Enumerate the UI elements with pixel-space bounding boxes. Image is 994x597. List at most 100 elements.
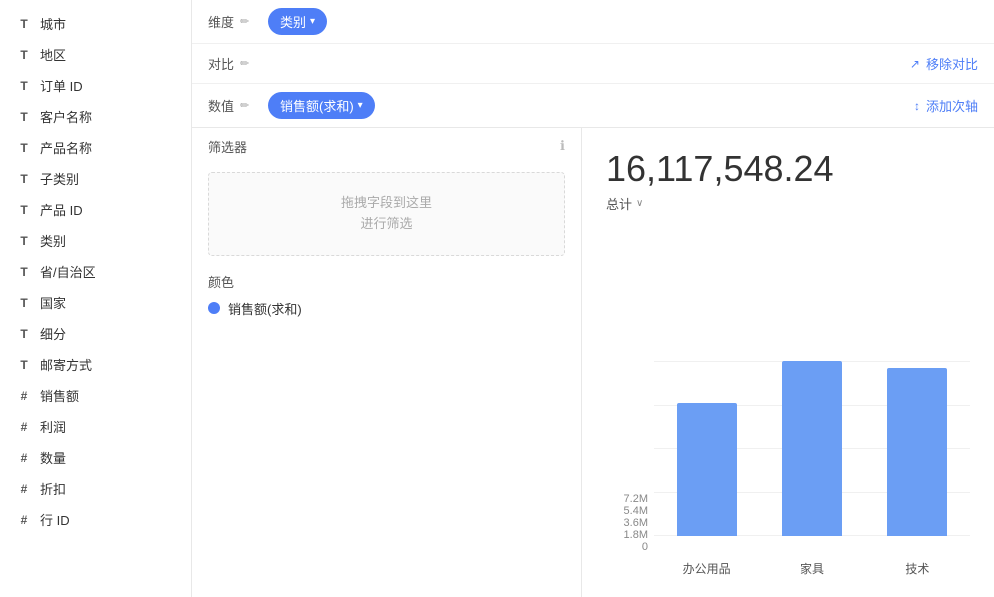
hash-type-icon: #: [16, 450, 32, 466]
sidebar-item[interactable]: T 省/自治区: [0, 256, 191, 287]
x-labels: 办公用品家具技术: [654, 560, 970, 577]
bar[interactable]: [887, 368, 947, 536]
filter-drop-zone[interactable]: 拖拽字段到这里 进行筛选: [208, 172, 565, 256]
text-type-icon: T: [16, 233, 32, 249]
sidebar-item-label: 子类别: [40, 169, 79, 188]
sidebar-item-label: 国家: [40, 293, 66, 312]
bar[interactable]: [782, 361, 842, 536]
control-panel: 维度 ✏ 类别 ▾ 对比 ✏ ↗ 移除对比: [192, 0, 994, 128]
text-type-icon: T: [16, 326, 32, 342]
chart-inner: 7.2M5.4M3.6M1.8M0 办公用品家具技术: [606, 229, 970, 577]
sidebar-item-label: 邮寄方式: [40, 355, 92, 374]
x-axis-label: 办公用品: [654, 560, 759, 577]
bar-group[interactable]: [759, 361, 864, 536]
sidebar-item[interactable]: # 折扣: [0, 473, 191, 504]
text-type-icon: T: [16, 171, 32, 187]
sidebar-item-label: 数量: [40, 448, 66, 467]
filter-label: 筛选器: [208, 137, 560, 156]
chart-container: 7.2M5.4M3.6M1.8M0 办公用品家具技术: [606, 229, 970, 577]
text-type-icon: T: [16, 357, 32, 373]
main-area: 维度 ✏ 类别 ▾ 对比 ✏ ↗ 移除对比: [192, 0, 994, 597]
color-section-title: 颜色: [208, 272, 565, 291]
y-axis: 7.2M5.4M3.6M1.8M0: [606, 493, 654, 577]
left-panel: 筛选器 ℹ 拖拽字段到这里 进行筛选 颜色 销售额(求和): [192, 128, 582, 597]
y-axis-label: 1.8M: [606, 529, 654, 541]
value-label-text: 数值: [208, 96, 234, 115]
sidebar-item[interactable]: T 类别: [0, 225, 191, 256]
text-type-icon: T: [16, 140, 32, 156]
dimension-row: 维度 ✏ 类别 ▾: [192, 0, 994, 44]
grid-and-bars: [654, 361, 970, 560]
y-axis-label: 3.6M: [606, 517, 654, 529]
dimension-content: 类别 ▾: [268, 8, 978, 35]
hash-type-icon: #: [16, 388, 32, 404]
sidebar-item[interactable]: T 国家: [0, 287, 191, 318]
dimension-edit-icon[interactable]: ✏: [240, 15, 249, 28]
chart-subtitle-text: 总计: [606, 194, 632, 213]
dimension-pill[interactable]: 类别 ▾: [268, 8, 327, 35]
text-type-icon: T: [16, 47, 32, 63]
filter-info-icon: ℹ: [560, 138, 565, 154]
sidebar-item-label: 利润: [40, 417, 66, 436]
add-axis-btn[interactable]: ↕ 添加次轴: [914, 96, 978, 115]
compare-row: 对比 ✏ ↗ 移除对比: [192, 44, 994, 84]
sidebar-item[interactable]: T 产品 ID: [0, 194, 191, 225]
chart-subtitle-chevron: ∨: [636, 198, 643, 209]
sidebar: T城市T地区T订单 IDT客户名称T产品名称T子类别T产品 IDT类别T省/自治…: [0, 0, 192, 597]
sidebar-item-label: 城市: [40, 14, 66, 33]
sidebar-item-label: 折扣: [40, 479, 66, 498]
bar-group[interactable]: [654, 403, 759, 536]
drop-zone-line1: 拖拽字段到这里: [341, 193, 432, 214]
value-pill[interactable]: 销售额(求和) ▾: [268, 92, 375, 119]
text-type-icon: T: [16, 264, 32, 280]
sidebar-item[interactable]: # 数量: [0, 442, 191, 473]
sidebar-item-label: 客户名称: [40, 107, 92, 126]
value-row: 数值 ✏ 销售额(求和) ▾ ↕ 添加次轴: [192, 84, 994, 127]
sidebar-item-label: 类别: [40, 231, 66, 250]
sidebar-item[interactable]: T订单 ID: [0, 70, 191, 101]
sidebar-item-label: 细分: [40, 324, 66, 343]
text-type-icon: T: [16, 202, 32, 218]
bar[interactable]: [677, 403, 737, 536]
drop-zone-text: 拖拽字段到这里 进行筛选: [341, 193, 432, 235]
bar-group[interactable]: [865, 368, 970, 536]
sidebar-item[interactable]: #行 ID: [0, 504, 191, 535]
text-type-icon: T: [16, 109, 32, 125]
sidebar-item[interactable]: T 城市: [0, 8, 191, 39]
bars-area: 办公用品家具技术: [654, 361, 970, 577]
dimension-label-text: 维度: [208, 12, 234, 31]
text-type-icon: T: [16, 295, 32, 311]
sidebar-item[interactable]: T产品名称: [0, 132, 191, 163]
value-label: 数值 ✏: [208, 96, 268, 115]
value-pill-label: 销售额(求和): [280, 96, 354, 115]
compare-label-text: 对比: [208, 54, 234, 73]
color-item: 销售额(求和): [208, 299, 565, 318]
chart-subtitle[interactable]: 总计 ∨: [606, 194, 970, 213]
sidebar-item-label: 行 ID: [40, 510, 70, 529]
y-axis-label: 5.4M: [606, 505, 654, 517]
sidebar-item-label: 省/自治区: [40, 262, 96, 281]
text-type-icon: T: [16, 16, 32, 32]
content-area: 筛选器 ℹ 拖拽字段到这里 进行筛选 颜色 销售额(求和) 16,: [192, 128, 994, 597]
value-edit-icon[interactable]: ✏: [240, 99, 249, 112]
drop-zone-line2: 进行筛选: [341, 214, 432, 235]
dimension-label: 维度 ✏: [208, 12, 268, 31]
hash-type-icon: #: [16, 481, 32, 497]
y-axis-label: 7.2M: [606, 493, 654, 505]
chart-total: 16,117,548.24: [606, 148, 970, 190]
filter-row: 筛选器 ℹ: [192, 128, 581, 164]
value-pill-chevron: ▾: [358, 100, 363, 111]
sidebar-item[interactable]: #利润: [0, 411, 191, 442]
sidebar-item[interactable]: T 细分: [0, 318, 191, 349]
sidebar-item[interactable]: #销售额: [0, 380, 191, 411]
color-section: 颜色 销售额(求和): [192, 264, 581, 326]
sidebar-item[interactable]: T 客户名称: [0, 101, 191, 132]
sidebar-item[interactable]: T 子类别: [0, 163, 191, 194]
sidebar-item-label: 订单 ID: [40, 76, 83, 95]
x-axis-label: 技术: [865, 560, 970, 577]
sidebar-item[interactable]: T地区: [0, 39, 191, 70]
sidebar-item[interactable]: T 邮寄方式: [0, 349, 191, 380]
remove-compare-btn[interactable]: ↗ 移除对比: [910, 54, 978, 73]
sidebar-item-label: 产品 ID: [40, 200, 83, 219]
compare-edit-icon[interactable]: ✏: [240, 57, 249, 70]
